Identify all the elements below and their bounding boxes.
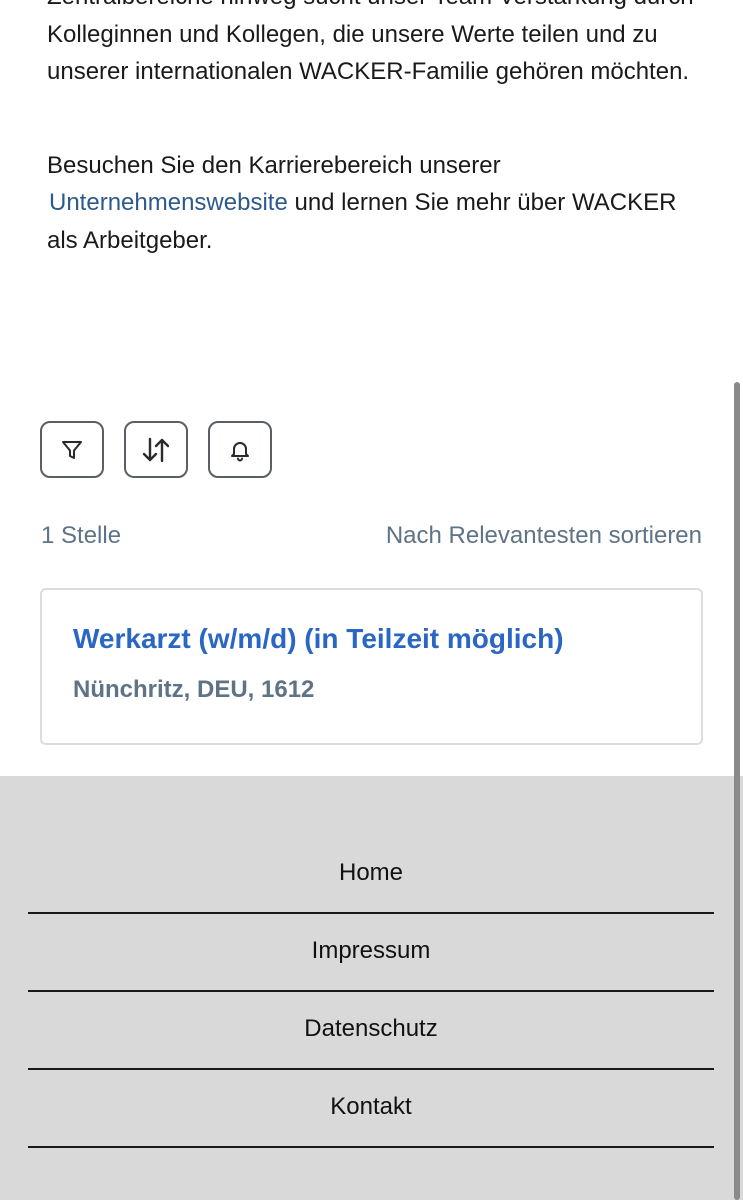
intro-text: Zentralbereiche hinweg sucht unser Team … xyxy=(47,0,707,259)
job-title-link[interactable]: Werkarzt (w/m/d) (in Teilzeit möglich) xyxy=(73,623,564,655)
footer: Home Impressum Datenschutz Kontakt xyxy=(0,776,743,1200)
sort-selector[interactable]: Nach Relevantesten sortieren xyxy=(386,522,702,550)
intro-paragraph-1: Zentralbereiche hinweg sucht unser Team … xyxy=(47,0,707,91)
intro-paragraph-2-before: Besuchen Sie den Karrierebereich unserer xyxy=(47,151,501,179)
sort-arrows-icon xyxy=(142,437,170,462)
job-alert-button[interactable] xyxy=(208,421,272,478)
intro-line-top: Zentralbereiche hinweg sucht unser Team … xyxy=(47,0,627,10)
filter-button[interactable] xyxy=(40,421,104,478)
footer-link-kontakt[interactable]: Kontakt xyxy=(28,1070,714,1148)
bell-icon xyxy=(231,441,249,461)
footer-link-datenschutz[interactable]: Datenschutz xyxy=(28,992,714,1070)
intro-paragraph-2: Besuchen Sie den Karrierebereich unserer… xyxy=(47,147,707,260)
footer-nav: Home Impressum Datenschutz Kontakt xyxy=(28,836,714,1148)
job-location: Nünchritz, DEU, 1612 xyxy=(73,676,315,703)
page-scrollbar[interactable] xyxy=(734,382,740,1200)
sort-button[interactable] xyxy=(124,421,188,478)
footer-link-home[interactable]: Home xyxy=(28,836,714,914)
intro-paragraph-1-rest: durch Kolleginnen und Kollegen, die unse… xyxy=(47,0,694,85)
job-card[interactable]: Werkarzt (w/m/d) (in Teilzeit möglich) N… xyxy=(40,588,703,745)
result-count: 1 Stelle xyxy=(41,522,122,549)
filter-icon xyxy=(62,440,82,459)
footer-link-impressum[interactable]: Impressum xyxy=(28,914,714,992)
job-toolbar xyxy=(40,421,272,478)
company-website-link[interactable]: Unternehmenswebsite xyxy=(47,189,288,216)
